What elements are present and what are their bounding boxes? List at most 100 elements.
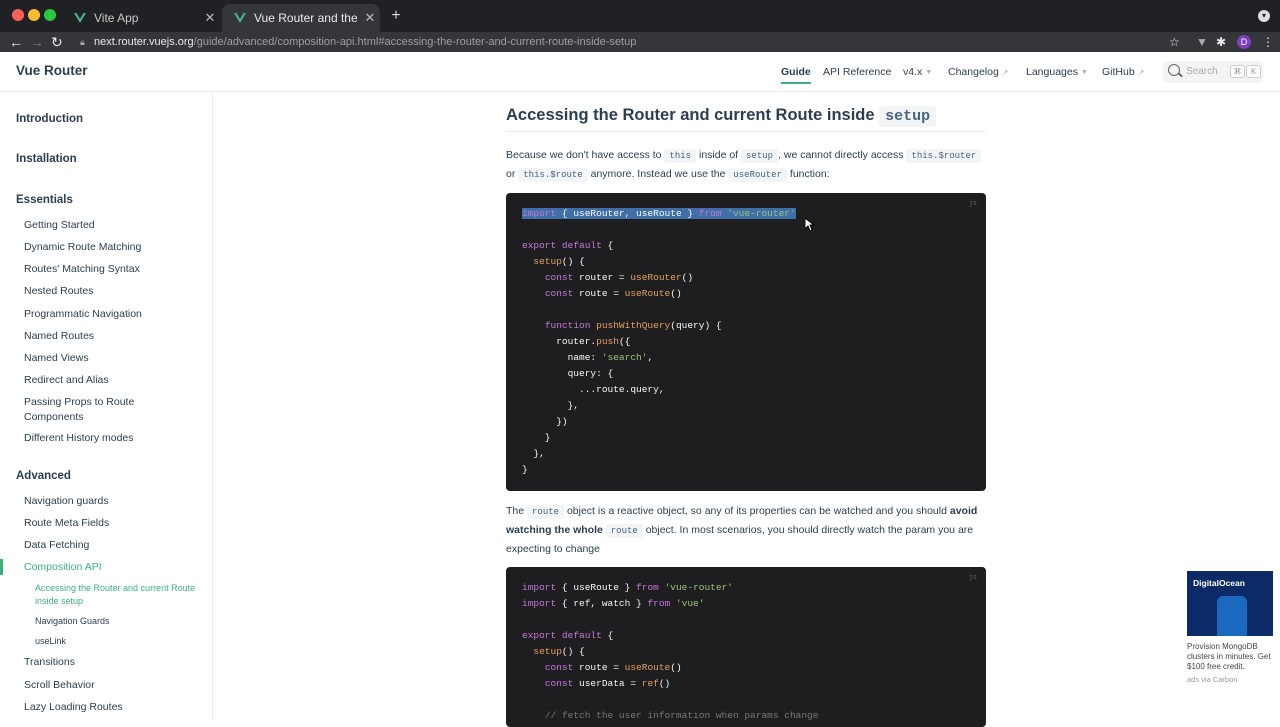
sidebar-item-redirect-and-alias[interactable]: Redirect and Alias bbox=[24, 373, 204, 388]
sidebar-item-passing-props[interactable]: Passing Props to Route Components bbox=[24, 395, 159, 425]
site-logo[interactable]: Vue Router bbox=[16, 63, 88, 78]
minimize-window-button[interactable] bbox=[28, 9, 40, 21]
code-line: router.push({ bbox=[522, 336, 631, 347]
sidebar-subitem-navigation-guards[interactable]: Navigation Guards bbox=[35, 615, 200, 628]
sidebar-item-composition-api[interactable]: Composition API bbox=[24, 560, 204, 575]
code-line: } bbox=[522, 464, 528, 475]
code-line: export default { bbox=[522, 630, 614, 641]
ad-image[interactable]: DigitalOcean bbox=[1187, 571, 1273, 636]
intro-paragraph: Because we don't have access to this ins… bbox=[506, 146, 986, 184]
lock-icon[interactable]: 🔒︎ bbox=[80, 32, 85, 52]
text: inside of bbox=[698, 149, 739, 161]
search-icon bbox=[1168, 64, 1180, 76]
sidebar-group-advanced[interactable]: Advanced bbox=[16, 470, 71, 482]
nav-api-reference[interactable]: API Reference bbox=[823, 66, 891, 78]
search-button[interactable]: Search ⌘ K bbox=[1163, 61, 1263, 83]
sidebar-item-nested-routes[interactable]: Nested Routes bbox=[24, 284, 204, 299]
version-label: v4.x bbox=[903, 66, 923, 78]
code-line: setup() { bbox=[533, 646, 585, 657]
tab-search-icon[interactable]: ▾ bbox=[1258, 10, 1270, 22]
ad-text[interactable]: Provision MongoDB clusters in minutes. G… bbox=[1187, 642, 1275, 672]
back-arrow-icon[interactable]: ← bbox=[9, 32, 23, 52]
close-window-button[interactable] bbox=[12, 9, 24, 21]
browser-tab-vue-router[interactable]: Vue Router and the Compositio ✕ bbox=[222, 4, 380, 32]
heading-text: Accessing the Router and current Route i… bbox=[506, 106, 875, 124]
sidebar-item-routes-matching-syntax[interactable]: Routes' Matching Syntax bbox=[24, 262, 204, 277]
vue-devtools-icon[interactable]: ▼ bbox=[1196, 32, 1208, 52]
sidebar-item-named-views[interactable]: Named Views bbox=[24, 351, 204, 366]
text: object is a reactive object, so any of i… bbox=[566, 505, 947, 517]
site-header: Vue Router Guide API Reference v4.x ▼ Cha… bbox=[0, 52, 1280, 92]
nav-languages-dropdown[interactable]: Languages ▼ bbox=[1026, 66, 1088, 78]
new-tab-icon[interactable]: + bbox=[388, 8, 404, 24]
sidebar-item-route-meta-fields[interactable]: Route Meta Fields bbox=[24, 516, 204, 531]
sidebar-item-data-fetching[interactable]: Data Fetching bbox=[24, 538, 204, 553]
sidebar-item-scroll-behavior[interactable]: Scroll Behavior bbox=[24, 678, 204, 693]
text: anymore. Instead we use the bbox=[590, 168, 726, 180]
ad-via[interactable]: ads via Carbon bbox=[1187, 675, 1275, 684]
code-language-label: js bbox=[968, 574, 977, 582]
nav-github[interactable]: GitHub ↗ bbox=[1102, 66, 1144, 78]
carbon-ad[interactable]: DigitalOcean Provision MongoDB clusters … bbox=[1187, 571, 1275, 684]
code-line: query: { bbox=[522, 368, 614, 379]
sidebar-item-navigation-guards[interactable]: Navigation guards bbox=[24, 494, 204, 509]
sidebar-subitem-accessing-router[interactable]: Accessing the Router and current Route i… bbox=[35, 582, 200, 608]
code-language-label: js bbox=[968, 200, 977, 208]
kbd-cmd: ⌘ bbox=[1230, 65, 1245, 78]
active-indicator bbox=[0, 559, 3, 575]
text: function: bbox=[789, 168, 830, 180]
close-tab-icon[interactable]: ✕ bbox=[200, 10, 220, 26]
browser-tab-vite-app[interactable]: Vite App ✕ bbox=[62, 4, 220, 32]
code-block[interactable]: js import { useRouter, useRoute } from '… bbox=[506, 193, 986, 491]
nav-version-dropdown[interactable]: v4.x ▼ bbox=[903, 66, 932, 78]
url-host: next.router.vuejs.org bbox=[94, 36, 194, 48]
nav-guide[interactable]: Guide bbox=[781, 66, 811, 84]
heading-code: setup bbox=[879, 106, 937, 127]
sidebar-item-transitions[interactable]: Transitions bbox=[24, 655, 204, 670]
external-link-icon: ↗ bbox=[1137, 68, 1145, 77]
search-placeholder: Search bbox=[1186, 66, 1218, 77]
sidebar-item-getting-started[interactable]: Getting Started bbox=[24, 218, 204, 233]
maximize-window-button[interactable] bbox=[44, 9, 56, 21]
inline-code: this bbox=[664, 149, 697, 163]
chevron-down-icon: ▼ bbox=[925, 69, 933, 76]
code-block[interactable]: js import { useRoute } from 'vue-router'… bbox=[506, 567, 986, 727]
sidebar-group-introduction[interactable]: Introduction bbox=[16, 113, 83, 125]
sidebar-item-lazy-loading-routes[interactable]: Lazy Loading Routes bbox=[24, 700, 204, 715]
github-label: GitHub bbox=[1102, 66, 1135, 78]
sidebar-subitem-uselink[interactable]: useLink bbox=[35, 635, 200, 648]
sidebar-item-named-routes[interactable]: Named Routes bbox=[24, 329, 204, 344]
code-line: import { useRouter, useRoute } from 'vue… bbox=[522, 208, 796, 219]
code-line: function pushWithQuery(query) { bbox=[544, 320, 722, 331]
nav-changelog[interactable]: Changelog ↗ bbox=[948, 66, 1009, 78]
sidebar-group-installation[interactable]: Installation bbox=[16, 153, 77, 165]
code-line: } bbox=[522, 432, 551, 443]
inline-code: setup bbox=[741, 149, 779, 163]
code-line: const router = useRouter() bbox=[544, 272, 694, 283]
tab-title: Vue Router and the Compositio bbox=[254, 11, 360, 25]
sidebar-item-history-modes[interactable]: Different History modes bbox=[24, 431, 204, 446]
bookmark-star-icon[interactable]: ☆ bbox=[1169, 32, 1180, 52]
text: The bbox=[506, 505, 525, 517]
sidebar: Introduction Installation Essentials Get… bbox=[0, 92, 213, 720]
sidebar-group-essentials[interactable]: Essentials bbox=[16, 194, 73, 206]
chevron-down-icon: ▼ bbox=[1080, 69, 1088, 76]
menu-kebab-icon[interactable]: ⋮ bbox=[1262, 32, 1274, 52]
extensions-puzzle-icon[interactable]: ✱ bbox=[1216, 32, 1226, 52]
address-bar[interactable]: next.router.vuejs.org/guide/advanced/com… bbox=[94, 32, 1204, 52]
inline-code: useRouter bbox=[728, 168, 787, 182]
close-tab-icon[interactable]: ✕ bbox=[360, 10, 380, 26]
sidebar-item-dynamic-route-matching[interactable]: Dynamic Route Matching bbox=[24, 240, 204, 255]
profile-avatar[interactable]: D bbox=[1237, 35, 1251, 49]
route-paragraph: The route object is a reactive object, s… bbox=[506, 502, 986, 558]
code-line: const route = useRoute() bbox=[544, 662, 682, 673]
forward-arrow-icon[interactable]: → bbox=[30, 32, 44, 52]
database-icon bbox=[1217, 596, 1247, 636]
sidebar-item-programmatic-navigation[interactable]: Programmatic Navigation bbox=[24, 307, 204, 322]
vue-logo-icon bbox=[74, 13, 86, 23]
text: , we cannot directly access bbox=[778, 149, 904, 161]
changelog-label: Changelog bbox=[948, 66, 999, 78]
text: or bbox=[506, 168, 516, 180]
reload-icon[interactable]: ↻ bbox=[51, 32, 63, 52]
inline-code: route bbox=[527, 505, 565, 519]
